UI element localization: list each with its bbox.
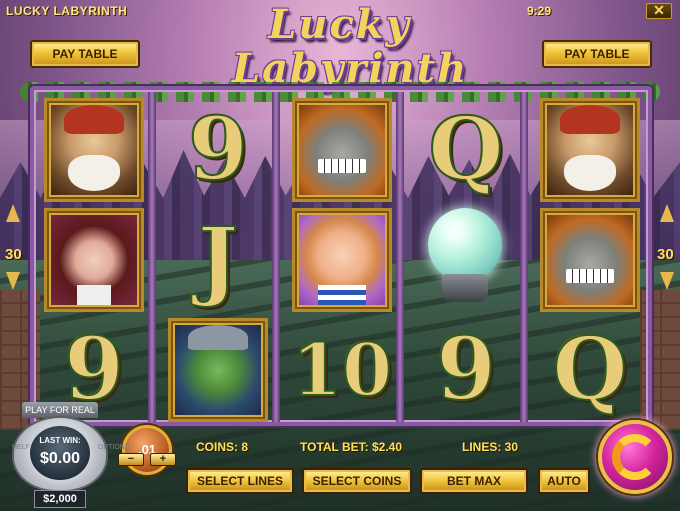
troll-image	[547, 215, 633, 305]
lines-up-arrow-right[interactable]	[660, 204, 674, 222]
letter-glyph: Q	[428, 99, 505, 200]
reel-2: 9 J	[162, 96, 274, 422]
boy-image	[299, 215, 385, 305]
lines-down-arrow-left[interactable]	[6, 272, 20, 290]
goblin-image	[175, 325, 261, 415]
close-button[interactable]: ✕	[646, 3, 672, 19]
symbol-letter: 10	[291, 318, 393, 422]
crystal-ball-glass	[428, 208, 502, 282]
last-win-label: LAST WIN:	[39, 436, 81, 445]
letter-glyph: 9	[63, 319, 125, 420]
symbol-troll	[540, 208, 640, 312]
reel-3: 10	[286, 96, 398, 422]
coin-increase-button[interactable]: +	[150, 453, 176, 466]
letter-glyph: J	[197, 209, 240, 310]
coins-readout: COINS: 8	[196, 440, 249, 454]
select-coins-button[interactable]: SELECT COINS	[302, 468, 412, 494]
lines-up-arrow-left[interactable]	[6, 204, 20, 222]
reel-5: Q	[534, 96, 646, 422]
symbol-dwarf	[540, 98, 640, 202]
lines-down-arrow-right[interactable]	[660, 272, 674, 290]
spin-button[interactable]	[598, 420, 672, 494]
lines-readout: LINES: 30	[462, 440, 519, 454]
options-button[interactable]: OPTIONS	[98, 444, 130, 451]
spin-arrows-icon	[612, 434, 658, 480]
reel-1: 9	[38, 96, 150, 422]
symbol-boy	[292, 208, 392, 312]
symbol-dwarf	[44, 98, 144, 202]
game-title: LUCKY LABYRINTH	[6, 4, 128, 18]
symbol-letter: J	[168, 208, 268, 312]
auto-button[interactable]: AUTO	[538, 468, 590, 494]
crystal-ball-symbol	[424, 208, 510, 306]
bet-max-button[interactable]: BET MAX	[420, 468, 528, 494]
symbol-girl	[44, 208, 144, 312]
play-for-real-widget: PLAY FOR REAL HELP OPTIONS LAST WIN: $0.…	[0, 402, 130, 511]
symbol-letter: Q	[540, 318, 640, 422]
pay-table-button-left[interactable]: PAY TABLE	[30, 40, 140, 68]
total-bet-readout: TOTAL BET: $2.40	[300, 440, 403, 454]
symbol-goblin	[168, 318, 268, 422]
coin-decrease-button[interactable]: −	[118, 453, 144, 466]
logo-line-1: Lucky	[268, 1, 411, 48]
clock: 9:29	[527, 4, 552, 18]
letter-glyph: 9	[435, 319, 497, 420]
symbol-letter: Q	[416, 98, 516, 202]
letter-glyph: 10	[291, 327, 393, 412]
crystal-ball-stand	[442, 274, 488, 302]
dwarf-image	[51, 105, 137, 195]
symbol-letter: 9	[168, 98, 268, 202]
balance-display: $2,000	[34, 490, 86, 508]
symbol-troll	[292, 98, 392, 202]
last-win-value: $0.00	[39, 450, 81, 467]
girl-image	[51, 215, 137, 305]
symbol-letter: 9	[416, 318, 516, 422]
lines-count-right: 30	[657, 246, 674, 263]
pay-table-button-right[interactable]: PAY TABLE	[542, 40, 652, 68]
letter-glyph: 9	[187, 99, 249, 200]
select-lines-button[interactable]: SELECT LINES	[186, 468, 294, 494]
letter-glyph: Q	[552, 319, 629, 420]
dwarf-image	[547, 105, 633, 195]
lines-count-left: 30	[5, 246, 22, 263]
troll-image	[299, 105, 385, 195]
